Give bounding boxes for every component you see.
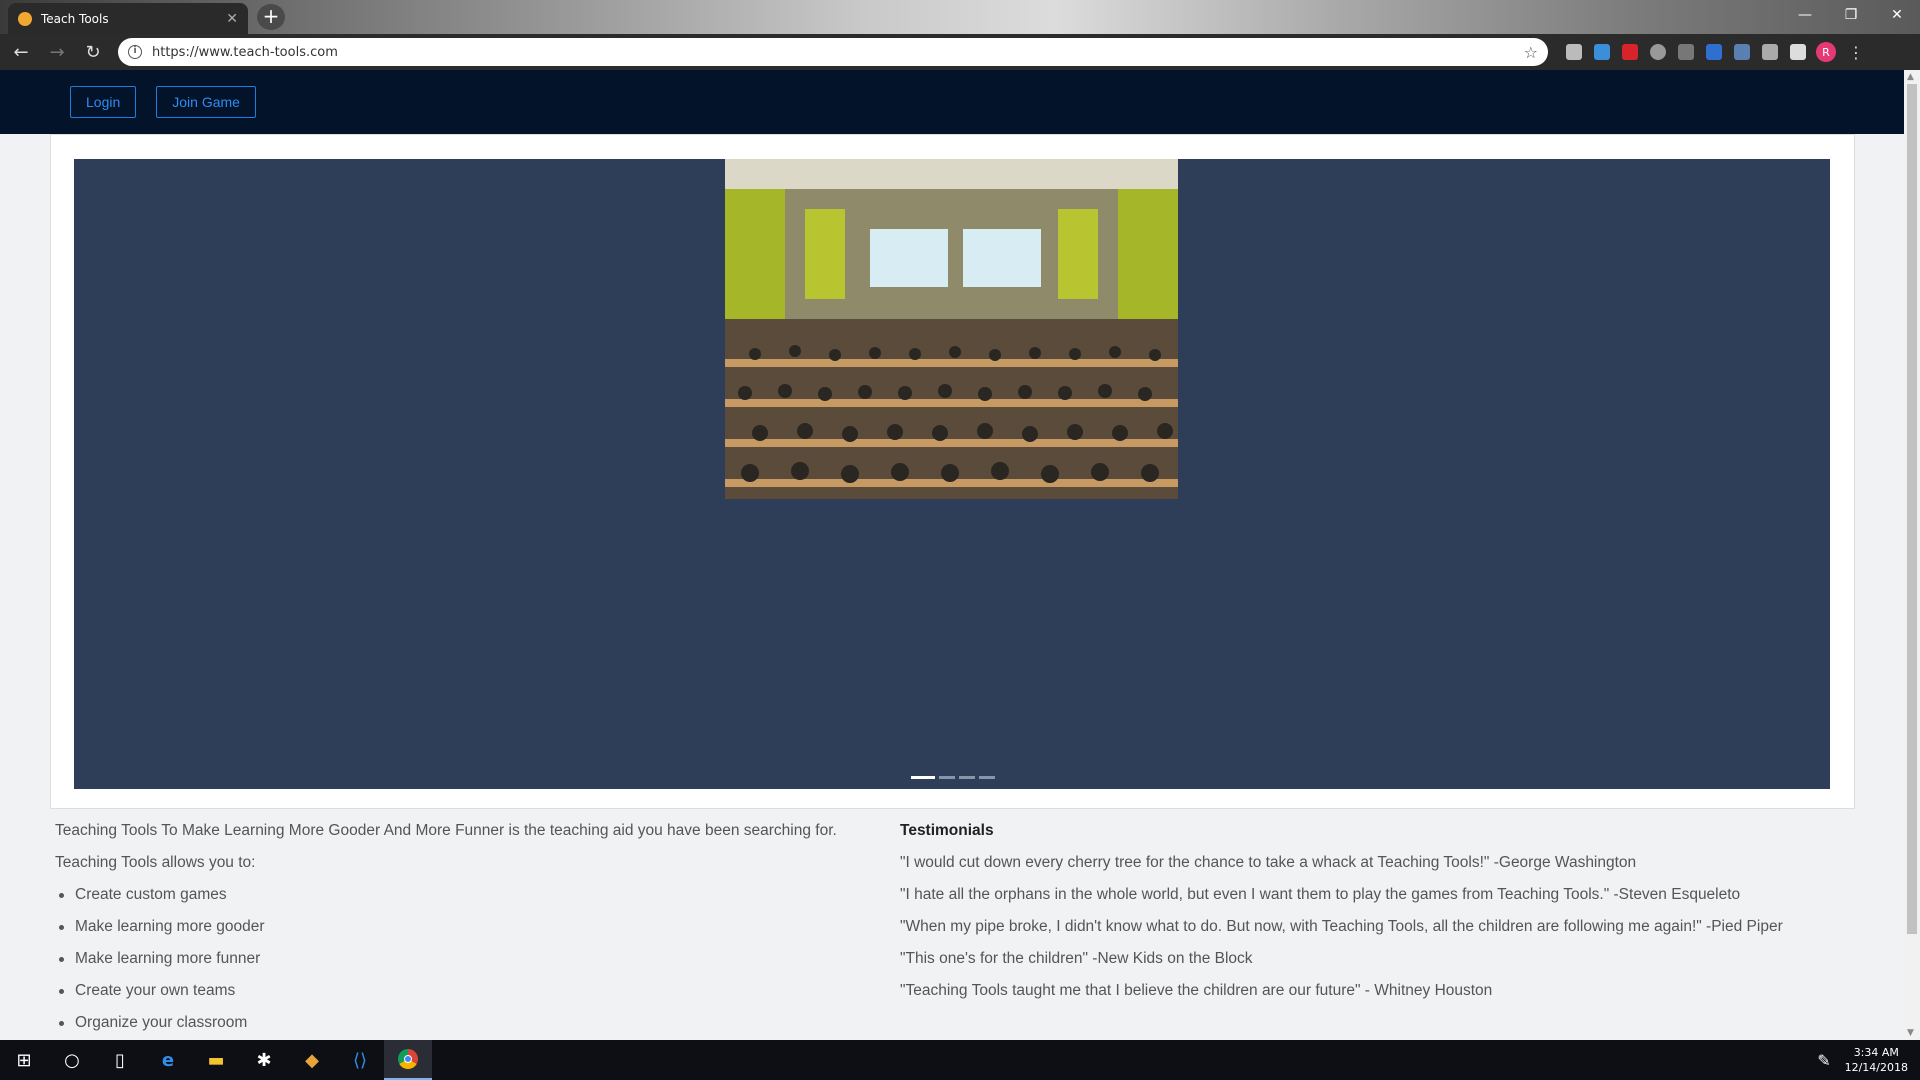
tab-title: Teach Tools <box>41 11 109 26</box>
carousel-indicators <box>911 776 995 779</box>
profile-avatar[interactable]: R <box>1816 42 1836 62</box>
address-bar[interactable]: i https://www.teach-tools.com ☆ <box>118 38 1548 66</box>
image-carousel[interactable] <box>74 159 1830 789</box>
bookmark-star-icon[interactable]: ☆ <box>1524 43 1538 62</box>
extension-icon[interactable] <box>1594 44 1610 60</box>
allows-heading: Teaching Tools allows you to: <box>55 854 256 871</box>
extension-icon[interactable] <box>1622 44 1638 60</box>
forward-icon[interactable]: → <box>42 37 72 67</box>
file-explorer-icon[interactable]: ▬ <box>192 1040 240 1080</box>
join-game-button[interactable]: Join Game <box>156 86 256 118</box>
scrollbar-thumb[interactable] <box>1907 84 1917 934</box>
scroll-down-icon[interactable]: ▼ <box>1907 1028 1914 1038</box>
clock-time: 3:34 AM <box>1853 1046 1899 1059</box>
testimonial: "When my pipe broke, I didn't know what … <box>900 918 1783 935</box>
intro-text: Teaching Tools To Make Learning More Goo… <box>55 822 837 839</box>
testimonial: "I hate all the orphans in the whole wor… <box>900 886 1741 903</box>
windows-start-icon[interactable]: ⊞ <box>0 1040 48 1080</box>
extensions-bar <box>1566 44 1806 60</box>
tab-close-icon[interactable]: ✕ <box>226 11 238 27</box>
carousel-dot[interactable] <box>911 776 935 779</box>
close-window-icon[interactable]: ✕ <box>1874 0 1920 30</box>
browser-titlebar: Teach Tools ✕ + — ❐ ✕ <box>0 0 1920 34</box>
testimonial: "I would cut down every cherry tree for … <box>900 854 1637 871</box>
login-button[interactable]: Login <box>70 86 137 118</box>
url-text[interactable]: https://www.teach-tools.com <box>152 45 1524 60</box>
testimonials-title: Testimonials <box>900 822 994 839</box>
clock[interactable]: 3:34 AM 12/14/2018 <box>1845 1045 1908 1075</box>
vscode-icon[interactable]: ⟨⟩ <box>336 1040 384 1080</box>
site-info-icon[interactable]: i <box>128 45 142 59</box>
slack-icon[interactable]: ✱ <box>240 1040 288 1080</box>
feature-list: Create custom games Make learning more g… <box>55 879 900 1039</box>
browser-toolbar: ← → ↻ i https://www.teach-tools.com ☆ R … <box>0 34 1920 70</box>
new-tab-button[interactable]: + <box>257 4 285 30</box>
carousel-dot[interactable] <box>979 776 995 779</box>
extension-icon[interactable] <box>1706 44 1722 60</box>
git-icon[interactable]: ◆ <box>288 1040 336 1080</box>
lecture-hall-image <box>725 159 1178 499</box>
extension-icon[interactable] <box>1650 44 1666 60</box>
scroll-up-icon[interactable]: ▲ <box>1907 72 1914 82</box>
browser-tab[interactable]: Teach Tools ✕ <box>8 3 248 34</box>
extension-icon[interactable] <box>1678 44 1694 60</box>
list-item: Create custom games <box>55 879 900 911</box>
restore-icon[interactable]: ❐ <box>1828 0 1874 30</box>
testimonial: "This one's for the children" -New Kids … <box>900 950 1253 967</box>
extension-icon[interactable] <box>1762 44 1778 60</box>
browser-menu-icon[interactable]: ⋮ <box>1848 43 1864 62</box>
info-section: Teaching Tools To Make Learning More Goo… <box>55 815 1875 1039</box>
clock-date: 12/14/2018 <box>1844 1061 1908 1074</box>
about-column: Teaching Tools To Make Learning More Goo… <box>55 815 900 1039</box>
extension-icon[interactable] <box>1566 44 1582 60</box>
page-scrollbar[interactable]: ▲ ▼ <box>1904 70 1920 1040</box>
extension-icon[interactable] <box>1734 44 1750 60</box>
site-navbar: Login Join Game <box>0 70 1904 134</box>
window-controls: — ❐ ✕ <box>1782 0 1920 30</box>
task-view-icon[interactable]: ▯ <box>96 1040 144 1080</box>
list-item: Create your own teams <box>55 975 900 1007</box>
list-item: Make learning more gooder <box>55 911 900 943</box>
extension-icon[interactable] <box>1790 44 1806 60</box>
testimonial: "Teaching Tools taught me that I believe… <box>900 982 1493 999</box>
carousel-dot[interactable] <box>939 776 955 779</box>
chrome-icon[interactable] <box>384 1040 432 1080</box>
favicon-icon <box>18 11 32 26</box>
system-tray: ✎ 3:34 AM 12/14/2018 <box>1817 1045 1920 1075</box>
list-item: Make learning more funner <box>55 943 900 975</box>
reload-icon[interactable]: ↻ <box>78 37 108 67</box>
minimize-icon[interactable]: — <box>1782 0 1828 30</box>
back-icon[interactable]: ← <box>6 37 36 67</box>
hero-card <box>50 134 1855 809</box>
list-item: Organize your classroom <box>55 1007 900 1039</box>
windows-taskbar: ⊞ ○ ▯ e ▬ ✱ ◆ ⟨⟩ ✎ 3:34 AM 12/14/2018 <box>0 1040 1920 1080</box>
search-icon[interactable]: ○ <box>48 1040 96 1080</box>
carousel-dot[interactable] <box>959 776 975 779</box>
edge-icon[interactable]: e <box>144 1040 192 1080</box>
testimonials-column: Testimonials "I would cut down every che… <box>900 815 1860 1039</box>
pen-icon[interactable]: ✎ <box>1817 1051 1830 1070</box>
page-viewport: Login Join Game Teaching Tools To Make L… <box>0 70 1904 1040</box>
